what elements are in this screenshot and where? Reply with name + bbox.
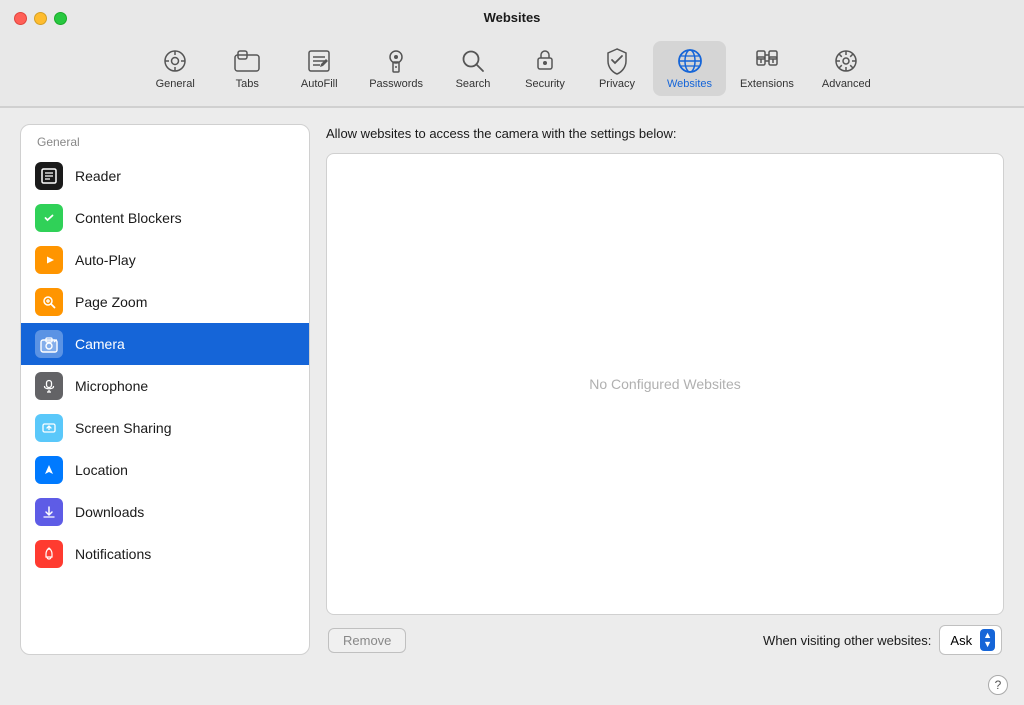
help-button[interactable]: ? <box>988 675 1008 695</box>
window-title: Websites <box>484 10 541 25</box>
content-blockers-icon <box>35 204 63 232</box>
minimize-button[interactable] <box>34 12 47 25</box>
privacy-icon <box>603 47 631 75</box>
sidebar-section-general: General <box>21 125 309 155</box>
sidebar-item-page-zoom-label: Page Zoom <box>75 294 147 310</box>
toolbar-item-security[interactable]: Security <box>509 41 581 96</box>
main-content: General Reader Content Blockers <box>0 108 1024 671</box>
sidebar-item-downloads[interactable]: Downloads <box>21 491 309 533</box>
sidebar-item-auto-play-label: Auto-Play <box>75 252 136 268</box>
sidebar-item-content-blockers[interactable]: Content Blockers <box>21 197 309 239</box>
sidebar: General Reader Content Blockers <box>20 124 310 655</box>
screen-sharing-icon <box>35 414 63 442</box>
notifications-icon <box>35 540 63 568</box>
location-icon <box>35 456 63 484</box>
toolbar-item-websites[interactable]: Websites <box>653 41 726 96</box>
search-label: Search <box>456 78 491 90</box>
toolbar-item-tabs[interactable]: Tabs <box>211 41 283 96</box>
traffic-lights <box>14 12 67 25</box>
sidebar-item-notifications-label: Notifications <box>75 546 151 562</box>
right-panel: Allow websites to access the camera with… <box>326 124 1004 655</box>
toolbar-item-extensions[interactable]: Extensions <box>726 41 808 96</box>
sidebar-item-camera-label: Camera <box>75 336 125 352</box>
sidebar-item-microphone[interactable]: Microphone <box>21 365 309 407</box>
toolbar-item-search[interactable]: Search <box>437 41 509 96</box>
advanced-icon <box>832 47 860 75</box>
websites-box: No Configured Websites <box>326 153 1004 615</box>
sidebar-item-page-zoom[interactable]: Page Zoom <box>21 281 309 323</box>
advanced-label: Advanced <box>822 78 871 90</box>
passwords-label: Passwords <box>369 78 423 90</box>
title-bar: Websites General <box>0 0 1024 107</box>
passwords-icon <box>382 47 410 75</box>
sidebar-item-location[interactable]: Location <box>21 449 309 491</box>
sidebar-item-screen-sharing-label: Screen Sharing <box>75 420 172 436</box>
camera-icon <box>35 330 63 358</box>
microphone-icon <box>35 372 63 400</box>
general-label: General <box>156 78 195 90</box>
other-websites-label: When visiting other websites: <box>763 633 931 648</box>
general-icon <box>161 47 189 75</box>
downloads-icon <box>35 498 63 526</box>
other-websites-row: When visiting other websites: Ask ▲ ▼ <box>763 625 1002 655</box>
ask-dropdown[interactable]: Ask ▲ ▼ <box>939 625 1002 655</box>
sidebar-item-reader-label: Reader <box>75 168 121 184</box>
close-button[interactable] <box>14 12 27 25</box>
autofill-label: AutoFill <box>301 78 338 90</box>
extensions-icon <box>753 47 781 75</box>
toolbar: General Tabs AutoFill <box>119 33 905 106</box>
tabs-icon <box>233 47 261 75</box>
sidebar-item-microphone-label: Microphone <box>75 378 148 394</box>
dropdown-value: Ask <box>950 633 972 648</box>
sidebar-item-reader[interactable]: Reader <box>21 155 309 197</box>
bottom-bar: Remove When visiting other websites: Ask… <box>326 625 1004 655</box>
empty-state-text: No Configured Websites <box>589 376 740 392</box>
sidebar-item-downloads-label: Downloads <box>75 504 144 520</box>
toolbar-item-autofill[interactable]: AutoFill <box>283 41 355 96</box>
extensions-label: Extensions <box>740 78 794 90</box>
reader-icon <box>35 162 63 190</box>
toolbar-item-passwords[interactable]: Passwords <box>355 41 437 96</box>
footer: ? <box>0 671 1024 705</box>
autofill-icon <box>305 47 333 75</box>
security-icon <box>531 47 559 75</box>
sidebar-item-notifications[interactable]: Notifications <box>21 533 309 575</box>
sidebar-item-camera[interactable]: Camera <box>21 323 309 365</box>
toolbar-item-privacy[interactable]: Privacy <box>581 41 653 96</box>
sidebar-item-auto-play[interactable]: Auto-Play <box>21 239 309 281</box>
maximize-button[interactable] <box>54 12 67 25</box>
dropdown-arrow-icon: ▲ ▼ <box>980 629 995 651</box>
sidebar-item-content-blockers-label: Content Blockers <box>75 210 182 226</box>
sidebar-item-screen-sharing[interactable]: Screen Sharing <box>21 407 309 449</box>
page-zoom-icon <box>35 288 63 316</box>
remove-button[interactable]: Remove <box>328 628 406 653</box>
security-label: Security <box>525 78 565 90</box>
privacy-label: Privacy <box>599 78 635 90</box>
tabs-label: Tabs <box>236 78 259 90</box>
sidebar-item-location-label: Location <box>75 462 128 478</box>
websites-icon <box>676 47 704 75</box>
auto-play-icon <box>35 246 63 274</box>
toolbar-item-general[interactable]: General <box>139 41 211 96</box>
panel-description: Allow websites to access the camera with… <box>326 124 1004 143</box>
toolbar-item-advanced[interactable]: Advanced <box>808 41 885 96</box>
websites-label: Websites <box>667 78 712 90</box>
search-icon <box>459 47 487 75</box>
